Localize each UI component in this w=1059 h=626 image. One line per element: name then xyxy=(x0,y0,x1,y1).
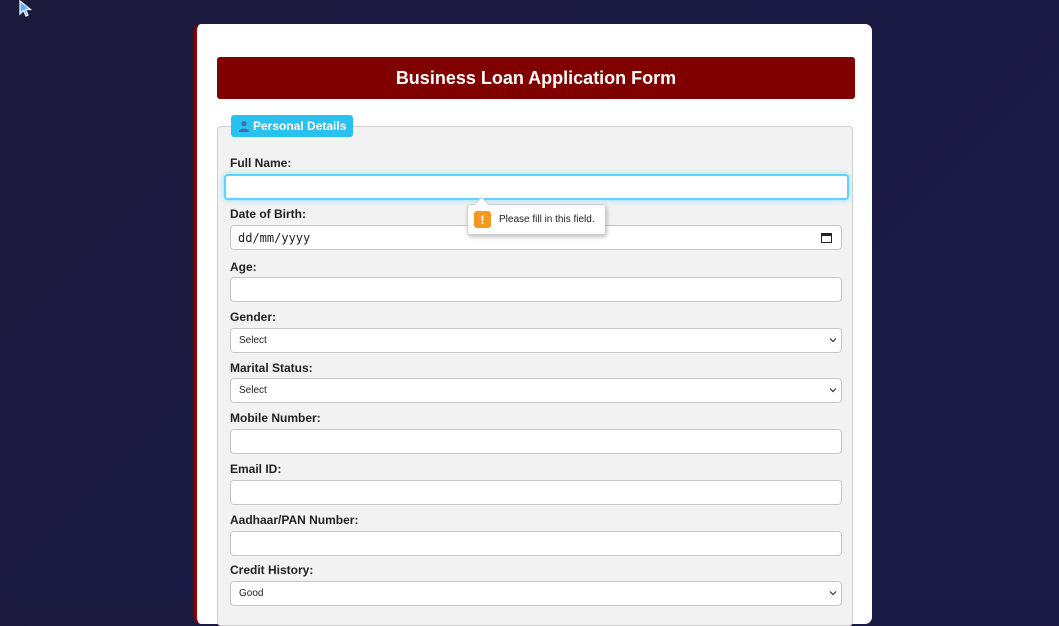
mobile-number-label: Mobile Number: xyxy=(230,411,321,425)
gender-label: Gender: xyxy=(230,310,277,324)
form-header: Business Loan Application Form xyxy=(217,57,855,99)
email-input[interactable] xyxy=(230,480,842,505)
mouse-cursor-icon xyxy=(19,0,33,17)
age-label: Age: xyxy=(230,260,257,274)
credit-history-value: Good xyxy=(239,588,264,599)
validation-message: Please fill in this field. xyxy=(499,214,595,225)
marital-status-select[interactable]: Select xyxy=(230,378,842,403)
marital-status-label: Marital Status: xyxy=(230,361,313,375)
warning-icon: ! xyxy=(474,211,491,228)
full-name-input[interactable] xyxy=(224,174,849,200)
person-icon xyxy=(239,121,249,132)
chevron-down-icon xyxy=(829,388,837,393)
marital-status-value: Select xyxy=(239,385,267,396)
form-card: Business Loan Application Form Personal … xyxy=(194,24,872,626)
aadhaar-pan-input[interactable] xyxy=(230,531,842,556)
credit-history-label: Credit History: xyxy=(230,563,314,577)
validation-tooltip: ! Please fill in this field. xyxy=(467,196,606,235)
gender-value: Select xyxy=(239,335,267,346)
gender-select[interactable]: Select xyxy=(230,328,842,353)
form-title: Business Loan Application Form xyxy=(395,67,677,88)
credit-history-select[interactable]: Good xyxy=(230,581,842,606)
section-legend: Personal Details xyxy=(231,115,354,137)
email-label: Email ID: xyxy=(230,462,282,476)
calendar-icon[interactable] xyxy=(821,232,832,243)
section-legend-label: Personal Details xyxy=(253,119,347,133)
dob-value: dd/mm/yyyy xyxy=(238,230,311,245)
age-input[interactable] xyxy=(230,277,842,302)
full-name-label: Full Name: xyxy=(230,156,292,170)
aadhaar-pan-label: Aadhaar/PAN Number: xyxy=(230,513,359,527)
chevron-down-icon xyxy=(829,591,837,596)
dob-label: Date of Birth: xyxy=(230,207,306,221)
mobile-number-input[interactable] xyxy=(230,429,842,454)
chevron-down-icon xyxy=(829,338,837,343)
